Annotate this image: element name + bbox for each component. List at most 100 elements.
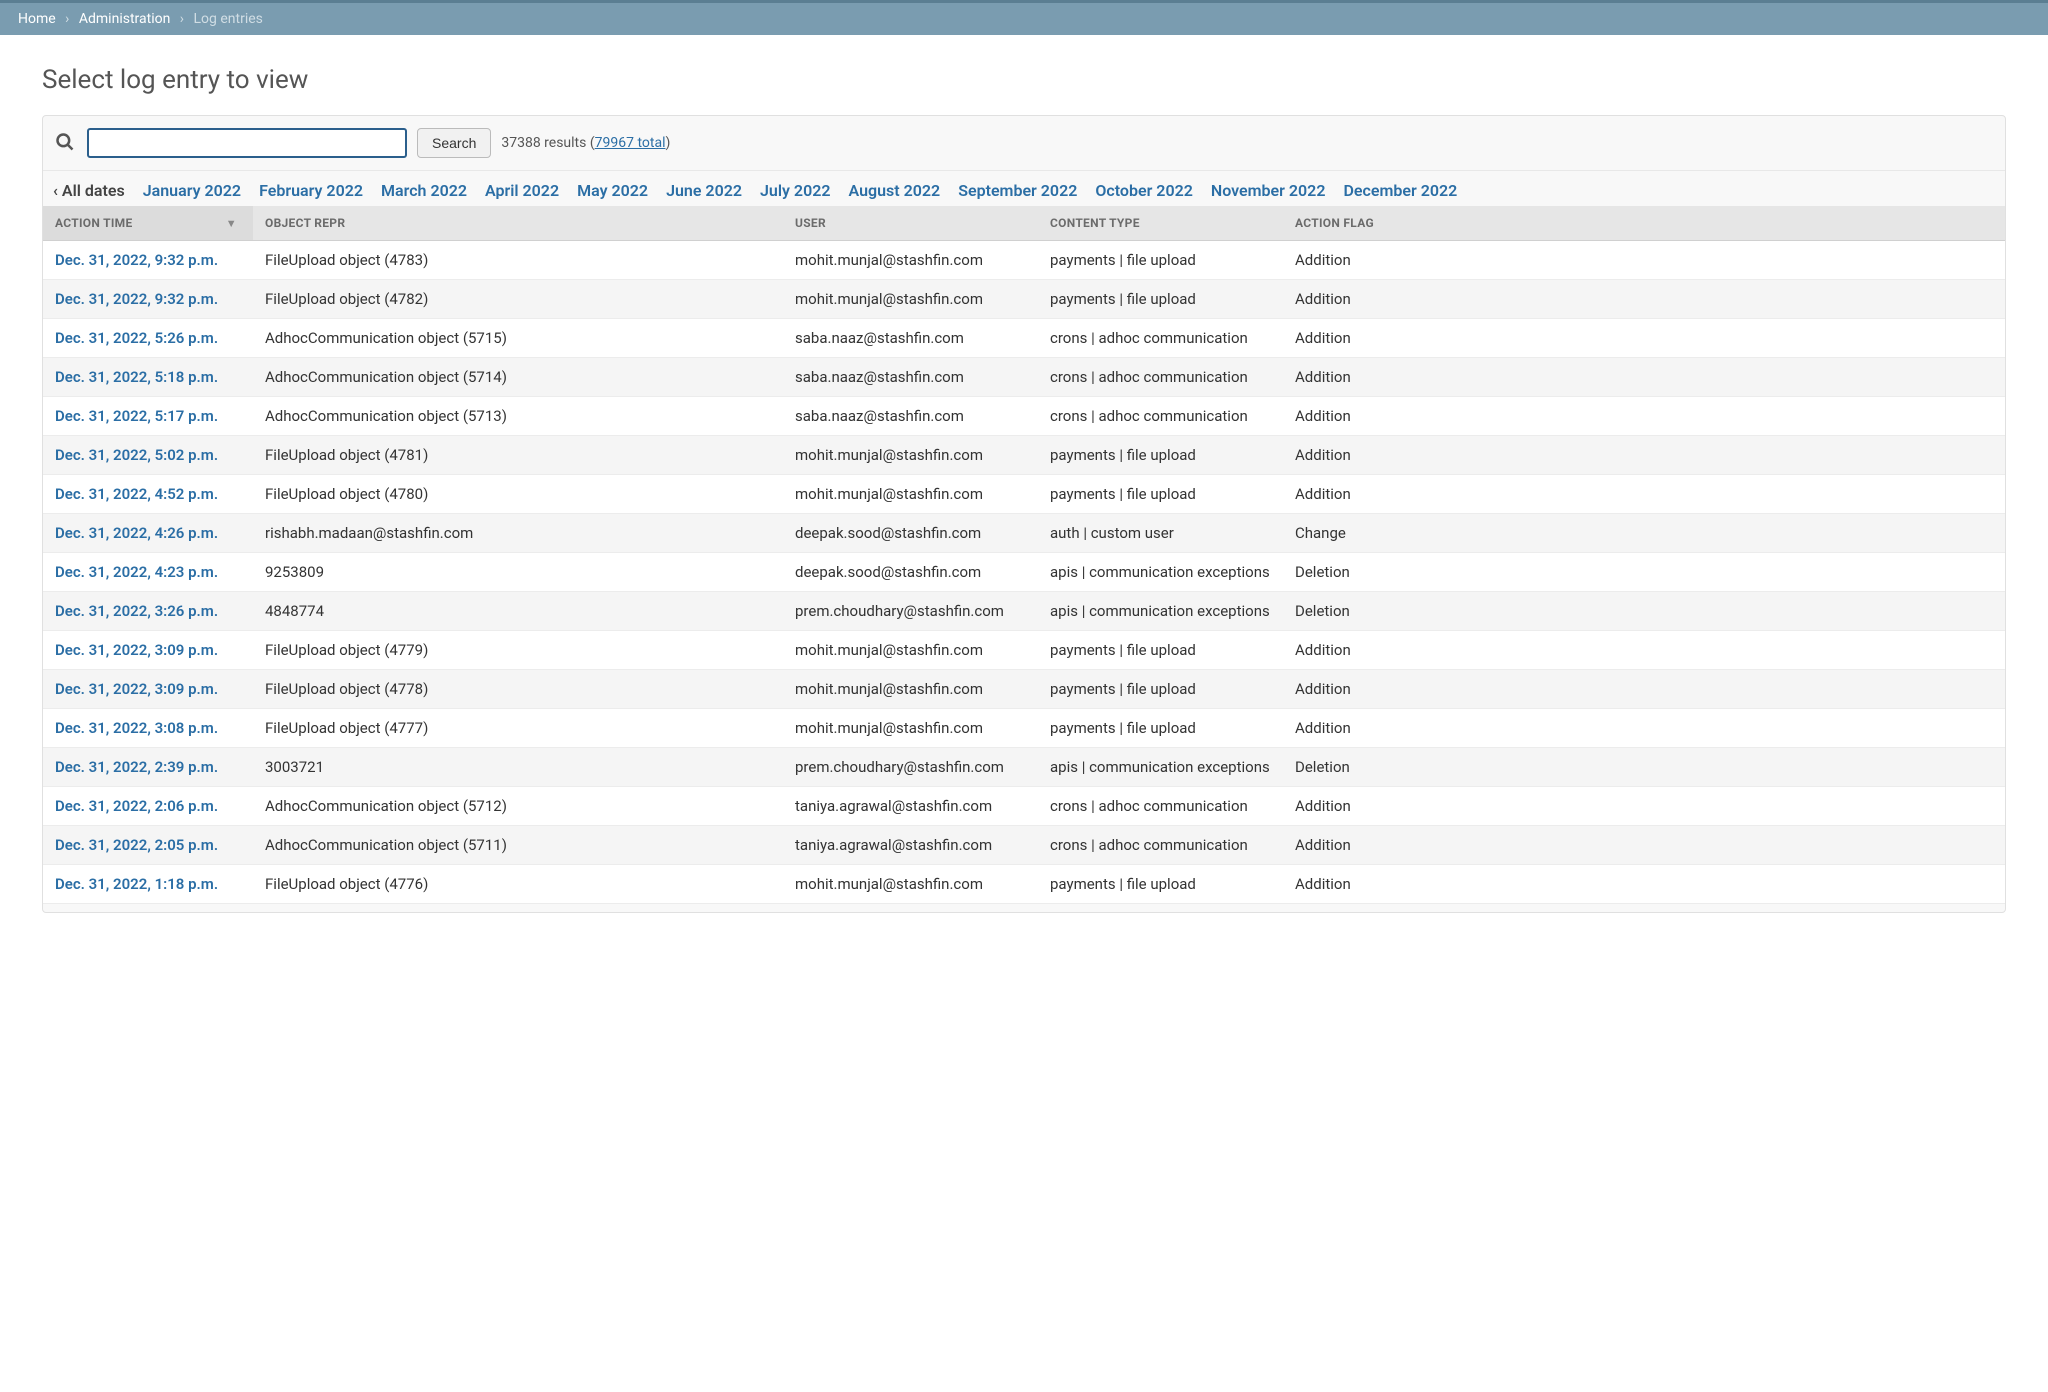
col-header-content-type[interactable]: CONTENT TYPE [1038, 206, 1283, 241]
log-entry-link[interactable]: Dec. 31, 2022, 1:18 p.m. [55, 875, 218, 893]
log-entry-link[interactable]: Dec. 31, 2022, 3:26 p.m. [55, 602, 218, 620]
date-filter-month[interactable]: February 2022 [259, 181, 363, 200]
cell-object-repr: FileUpload object (4783) [253, 241, 783, 280]
results-suffix: ) [665, 135, 670, 151]
results-table: ACTION TIME ▼ OBJECT REPR USER CONTENT T… [43, 206, 2005, 904]
date-filter-month[interactable]: July 2022 [760, 181, 830, 200]
cell-content-type: crons | adhoc communication [1038, 358, 1283, 397]
cell-object-repr: FileUpload object (4776) [253, 865, 783, 904]
cell-action-time: Dec. 31, 2022, 5:18 p.m. [43, 358, 253, 397]
cell-action-flag: Deletion [1283, 553, 2005, 592]
cell-content-type: payments | file upload [1038, 436, 1283, 475]
col-header-object-repr[interactable]: OBJECT REPR [253, 206, 783, 241]
log-entry-link[interactable]: Dec. 31, 2022, 4:26 p.m. [55, 524, 218, 542]
log-entry-link[interactable]: Dec. 31, 2022, 5:02 p.m. [55, 446, 218, 464]
cell-action-time: Dec. 31, 2022, 5:17 p.m. [43, 397, 253, 436]
total-link[interactable]: 79967 total [595, 135, 666, 151]
breadcrumb-sep: › [180, 11, 184, 27]
cell-user: mohit.munjal@stashfin.com [783, 709, 1038, 748]
cell-action-flag: Addition [1283, 709, 2005, 748]
cell-user: taniya.agrawal@stashfin.com [783, 826, 1038, 865]
cell-action-flag: Addition [1283, 241, 2005, 280]
log-entry-link[interactable]: Dec. 31, 2022, 5:17 p.m. [55, 407, 218, 425]
log-entry-link[interactable]: Dec. 31, 2022, 4:23 p.m. [55, 563, 218, 581]
date-filter-all[interactable]: ‹ All dates [53, 181, 125, 200]
table-row: Dec. 31, 2022, 3:09 p.m. FileUpload objec… [43, 670, 2005, 709]
cell-user: mohit.munjal@stashfin.com [783, 280, 1038, 319]
breadcrumb-current: Log entries [194, 11, 263, 27]
date-filter-month[interactable]: November 2022 [1211, 181, 1326, 200]
table-row: Dec. 31, 2022, 4:26 p.m. rishabh.madaan@s… [43, 514, 2005, 553]
breadcrumb-admin[interactable]: Administration [79, 11, 170, 27]
col-header-action-flag[interactable]: ACTION FLAG [1283, 206, 2005, 241]
breadcrumb-home[interactable]: Home [18, 11, 56, 27]
col-header-action-time[interactable]: ACTION TIME ▼ [43, 206, 253, 241]
cell-action-time: Dec. 31, 2022, 5:26 p.m. [43, 319, 253, 358]
cell-user: deepak.sood@stashfin.com [783, 514, 1038, 553]
date-filter-month[interactable]: August 2022 [848, 181, 940, 200]
date-filter-month[interactable]: April 2022 [485, 181, 559, 200]
cell-action-flag: Addition [1283, 397, 2005, 436]
log-entry-link[interactable]: Dec. 31, 2022, 2:05 p.m. [55, 836, 218, 854]
cell-object-repr: FileUpload object (4777) [253, 709, 783, 748]
table-row: Dec. 31, 2022, 9:32 p.m.FileUpload objec… [43, 280, 2005, 319]
table-row: Dec. 31, 2022, 5:17 p.m.AdhocCommunicati… [43, 397, 2005, 436]
log-entry-link[interactable]: Dec. 31, 2022, 5:18 p.m. [55, 368, 218, 386]
cell-action-flag: Addition [1283, 787, 2005, 826]
cell-user: saba.naaz@stashfin.com [783, 397, 1038, 436]
log-entry-link[interactable]: Dec. 31, 2022, 3:08 p.m. [55, 719, 218, 737]
cell-action-flag: Addition [1283, 826, 2005, 865]
cell-user: mohit.munjal@stashfin.com [783, 670, 1038, 709]
page-title: Select log entry to view [42, 65, 2006, 95]
cell-object-repr: FileUpload object (4778) [253, 670, 783, 709]
col-header-user[interactable]: USER [783, 206, 1038, 241]
cell-action-time: Dec. 31, 2022, 3:09 p.m. [43, 631, 253, 670]
log-entry-link[interactable]: Dec. 31, 2022, 2:06 p.m. [55, 797, 218, 815]
date-filter-month[interactable]: June 2022 [666, 181, 742, 200]
changelist-module: Search 37388 results (79967 total) ‹ All… [42, 115, 2006, 913]
results-table-wrap: ACTION TIME ▼ OBJECT REPR USER CONTENT T… [43, 206, 2005, 904]
cell-user: mohit.munjal@stashfin.com [783, 865, 1038, 904]
cell-user: saba.naaz@stashfin.com [783, 358, 1038, 397]
cell-user: deepak.sood@stashfin.com [783, 553, 1038, 592]
date-filter-month[interactable]: May 2022 [577, 181, 648, 200]
log-entry-link[interactable]: Dec. 31, 2022, 3:09 p.m. [55, 680, 218, 698]
table-row: Dec. 31, 2022, 9:32 p.m. FileUpload objec… [43, 241, 2005, 280]
results-count: 37388 results (79967 total) [501, 135, 670, 151]
cell-content-type: payments | file upload [1038, 865, 1283, 904]
cell-content-type: payments | file upload [1038, 631, 1283, 670]
log-entry-link[interactable]: Dec. 31, 2022, 3:09 p.m. [55, 641, 218, 659]
results-tbody: Dec. 31, 2022, 9:32 p.m. FileUpload objec… [43, 241, 2005, 904]
date-filter-month[interactable]: September 2022 [958, 181, 1077, 200]
col-header-label: ACTION TIME [55, 216, 133, 230]
log-entry-link[interactable]: Dec. 31, 2022, 9:32 p.m. [55, 290, 218, 308]
search-button[interactable]: Search [417, 128, 491, 158]
cell-content-type: apis | communication exceptions [1038, 553, 1283, 592]
table-row: Dec. 31, 2022, 5:26 p.m. AdhocCommunicati… [43, 319, 2005, 358]
table-row: Dec. 31, 2022, 5:02 p.m.FileUpload objec… [43, 436, 2005, 475]
search-icon [55, 132, 77, 154]
cell-action-flag: Addition [1283, 319, 2005, 358]
cell-action-time: Dec. 31, 2022, 4:26 p.m. [43, 514, 253, 553]
cell-content-type: apis | communication exceptions [1038, 748, 1283, 787]
cell-action-time: Dec. 31, 2022, 9:32 p.m. [43, 280, 253, 319]
log-entry-link[interactable]: Dec. 31, 2022, 9:32 p.m. [55, 251, 218, 269]
date-filter-month[interactable]: March 2022 [381, 181, 467, 200]
search-row: Search 37388 results (79967 total) [43, 116, 2005, 171]
cell-object-repr: AdhocCommunication object (5715) [253, 319, 783, 358]
date-filter-month[interactable]: December 2022 [1343, 181, 1457, 200]
table-row: Dec. 31, 2022, 3:09 p.m.FileUpload objec… [43, 631, 2005, 670]
log-entry-link[interactable]: Dec. 31, 2022, 4:52 p.m. [55, 485, 218, 503]
search-input[interactable] [87, 128, 407, 158]
table-row: Dec. 31, 2022, 5:18 p.m.AdhocCommunicati… [43, 358, 2005, 397]
date-filter-month[interactable]: October 2022 [1095, 181, 1193, 200]
log-entry-link[interactable]: Dec. 31, 2022, 2:39 p.m. [55, 758, 218, 776]
cell-action-time: Dec. 31, 2022, 2:39 p.m. [43, 748, 253, 787]
log-entry-link[interactable]: Dec. 31, 2022, 5:26 p.m. [55, 329, 218, 347]
cell-content-type: crons | adhoc communication [1038, 397, 1283, 436]
date-filter-month[interactable]: January 2022 [143, 181, 241, 200]
table-row: Dec. 31, 2022, 2:39 p.m.3003721prem.chou… [43, 748, 2005, 787]
cell-action-time: Dec. 31, 2022, 4:23 p.m. [43, 553, 253, 592]
cell-user: mohit.munjal@stashfin.com [783, 241, 1038, 280]
cell-object-repr: rishabh.madaan@stashfin.com [253, 514, 783, 553]
